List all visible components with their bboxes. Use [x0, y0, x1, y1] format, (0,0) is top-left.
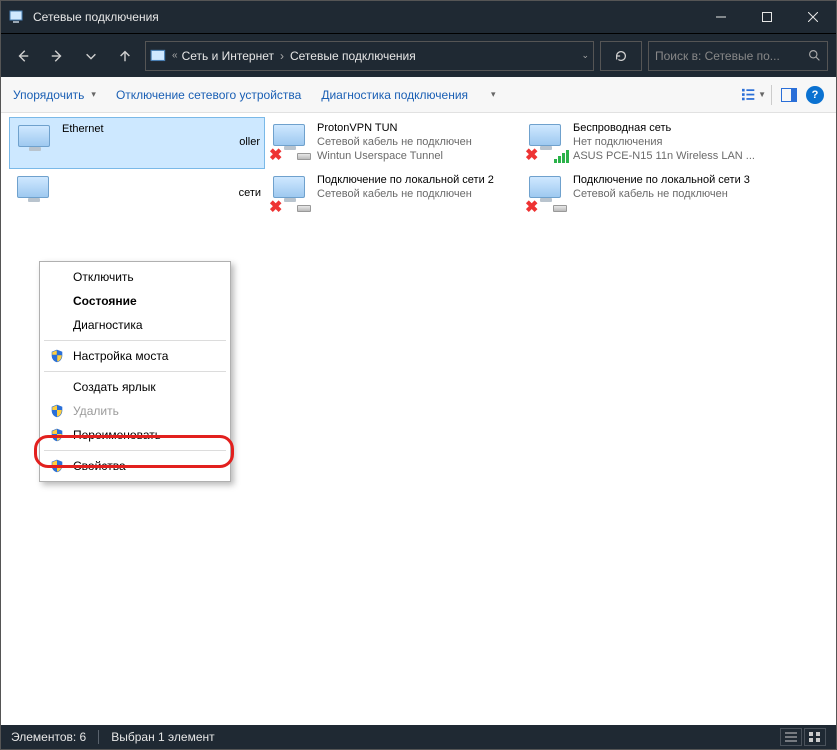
shield-icon [50, 404, 64, 418]
status-separator [98, 730, 99, 744]
network-adapter-icon: ✖ [271, 173, 311, 213]
context-menu: Отключить Состояние Диагностика Настройк… [39, 261, 231, 482]
back-button[interactable] [9, 42, 37, 70]
connection-status: Сетевой кабель не подключен [317, 135, 472, 149]
toolbar: Упорядочить Отключение сетевого устройст… [1, 77, 836, 113]
connection-name: ProtonVPN TUN [317, 121, 472, 135]
connection-text: ProtonVPN TUNСетевой кабель не подключен… [317, 121, 472, 163]
app-icon [9, 9, 25, 25]
minimize-button[interactable] [698, 1, 744, 33]
titlebar[interactable]: Сетевые подключения [1, 1, 836, 33]
search-icon [808, 49, 821, 62]
forward-button[interactable] [43, 42, 71, 70]
menu-separator [44, 450, 226, 451]
truncated-text: сети [239, 187, 261, 199]
menu-properties[interactable]: Свойства [43, 454, 227, 478]
truncated-text: oller [239, 136, 260, 148]
breadcrumb-network[interactable]: Сеть и Интернет [182, 49, 274, 63]
toolbar-separator [771, 85, 772, 105]
network-adapter-icon [15, 173, 55, 213]
chevron-right-icon: › [278, 49, 286, 63]
connection-status: Нет подключения [573, 135, 755, 149]
icons-view-button[interactable] [804, 728, 826, 746]
status-selection: Выбран 1 элемент [111, 730, 214, 744]
window-controls [698, 1, 836, 33]
status-element-count: Элементов: 6 [11, 730, 86, 744]
connection-item[interactable]: ✖ProtonVPN TUNСетевой кабель не подключе… [265, 117, 521, 169]
network-connections-window: Сетевые подключения « Сеть и Интернет › … [0, 0, 837, 750]
address-bar[interactable]: « Сеть и Интернет › Сетевые подключения … [145, 41, 594, 71]
connection-device: Wintun Userspace Tunnel [317, 149, 472, 163]
connection-text: Беспроводная сетьНет подключенияASUS PCE… [573, 121, 755, 163]
connection-item[interactable]: ✖Подключение по локальной сети 2Сетевой … [265, 169, 521, 221]
close-button[interactable] [790, 1, 836, 33]
menu-shortcut[interactable]: Создать ярлык [43, 375, 227, 399]
refresh-button[interactable] [600, 41, 642, 71]
address-dropdown-icon[interactable]: ⌄ [581, 50, 589, 61]
view-options-button[interactable]: ▼ [741, 83, 767, 107]
menu-disable[interactable]: Отключить [43, 265, 227, 289]
connection-item[interactable]: сети [9, 169, 265, 221]
statusbar: Элементов: 6 Выбран 1 элемент [1, 725, 836, 749]
search-input[interactable]: Поиск в: Сетевые по... [648, 41, 828, 71]
window-title: Сетевые подключения [33, 10, 159, 24]
connection-name: Подключение по локальной сети 3 [573, 173, 750, 187]
network-adapter-icon: ✖ [527, 121, 567, 161]
connection-text: Ethernet [62, 122, 104, 136]
connection-name: Подключение по локальной сети 2 [317, 173, 494, 187]
address-root-icon [150, 47, 168, 65]
shield-icon [50, 459, 64, 473]
breadcrumb-connections[interactable]: Сетевые подключения [290, 49, 416, 63]
organize-button[interactable]: Упорядочить [13, 88, 96, 102]
menu-separator [44, 340, 226, 341]
connection-status: Сетевой кабель не подключен [573, 187, 750, 201]
menu-diagnose[interactable]: Диагностика [43, 313, 227, 337]
content-area[interactable]: Ethernetoller✖ProtonVPN TUNСетевой кабел… [1, 113, 836, 725]
connection-device: ASUS PCE-N15 11n Wireless LAN ... [573, 149, 755, 163]
preview-pane-button[interactable] [776, 83, 802, 107]
network-adapter-icon: ✖ [527, 173, 567, 213]
connection-text: Подключение по локальной сети 3Сетевой к… [573, 173, 750, 201]
menu-rename[interactable]: Переименовать [43, 423, 227, 447]
connection-item[interactable]: Ethernet oller [9, 117, 265, 169]
connection-status: Сетевой кабель не подключен [317, 187, 494, 201]
menu-bridge[interactable]: Настройка моста [43, 344, 227, 368]
menu-delete: Удалить [43, 399, 227, 423]
connection-name: Беспроводная сеть [573, 121, 755, 135]
search-placeholder: Поиск в: Сетевые по... [655, 49, 808, 63]
connection-text: Подключение по локальной сети 2Сетевой к… [317, 173, 494, 201]
network-adapter-icon [16, 122, 56, 162]
help-button[interactable]: ? [806, 86, 824, 104]
navbar: « Сеть и Интернет › Сетевые подключения … [1, 33, 836, 77]
diagnose-button[interactable]: Диагностика подключения [321, 88, 468, 102]
shield-icon [50, 349, 64, 363]
connection-item[interactable]: ✖Подключение по локальной сети 3Сетевой … [521, 169, 777, 221]
shield-icon [50, 428, 64, 442]
overflow-button[interactable] [488, 89, 498, 100]
up-button[interactable] [111, 42, 139, 70]
details-view-button[interactable] [780, 728, 802, 746]
menu-separator [44, 371, 226, 372]
maximize-button[interactable] [744, 1, 790, 33]
disable-device-button[interactable]: Отключение сетевого устройства [116, 88, 301, 102]
network-adapter-icon: ✖ [271, 121, 311, 161]
menu-status[interactable]: Состояние [43, 289, 227, 313]
breadcrumb-prefix-chevron: « [172, 50, 178, 61]
connection-item[interactable]: ✖Беспроводная сетьНет подключенияASUS PC… [521, 117, 777, 169]
connection-name: Ethernet [62, 122, 104, 136]
recent-locations-button[interactable] [77, 42, 105, 70]
